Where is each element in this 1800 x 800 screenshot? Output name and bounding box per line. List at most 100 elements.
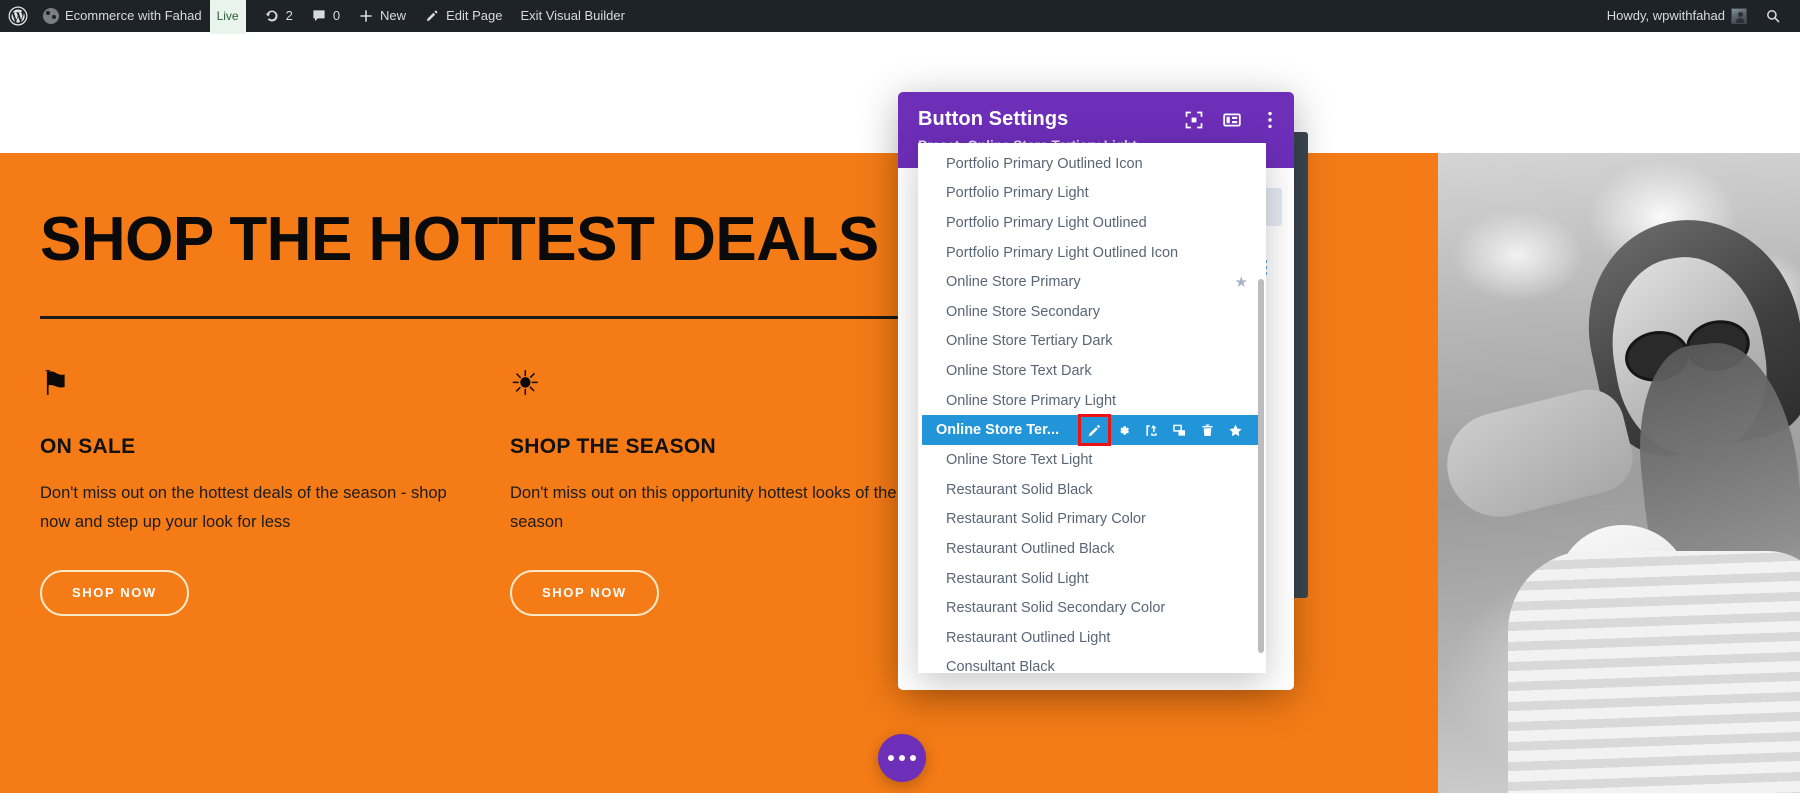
duplicate-preset[interactable] xyxy=(1167,418,1192,442)
ellipsis-icon xyxy=(888,755,894,761)
pencil-icon xyxy=(426,10,438,22)
my-account-menu[interactable]: Howdy, wpwithfahad xyxy=(1598,0,1756,32)
edit-page-menu[interactable]: Edit Page xyxy=(415,0,511,32)
preset-option-label: Portfolio Primary Light Outlined Icon xyxy=(946,244,1179,261)
admin-bar-left: Ecommerce with Fahad Live 2 0 New Edit P… xyxy=(0,0,634,34)
live-badge: Live xyxy=(209,0,246,34)
preset-option[interactable]: Online Store Primary ★ xyxy=(918,267,1266,297)
preset-option-label: Online Store Tertiary Dark xyxy=(946,333,1113,350)
updates-menu[interactable]: 2 xyxy=(255,0,302,32)
preset-option[interactable]: Portfolio Primary Outlined Icon xyxy=(918,149,1266,179)
section-gap xyxy=(0,793,1800,800)
dashboard-icon xyxy=(43,8,59,24)
modal-header-actions xyxy=(1184,110,1280,130)
plus-icon xyxy=(360,10,372,22)
preset-option[interactable]: Restaurant Outlined Light xyxy=(918,623,1266,653)
preset-option-label: Online Store Primary xyxy=(946,274,1081,291)
preset-row-actions xyxy=(1078,414,1248,447)
page-settings-fab[interactable] xyxy=(878,734,926,782)
comments-count: 0 xyxy=(332,8,341,23)
bookmark-icon: ⚑ xyxy=(40,363,71,404)
preset-option[interactable]: Restaurant Solid Light xyxy=(918,564,1266,594)
set-default-preset[interactable] xyxy=(1223,418,1248,442)
preset-option[interactable]: Online Store Tertiary Dark xyxy=(918,327,1266,357)
focus-frame-icon[interactable] xyxy=(1184,110,1204,130)
blurb-text: Don't miss out on the hottest deals of t… xyxy=(40,483,447,532)
comments-menu[interactable]: 0 xyxy=(302,0,349,32)
howdy-label: Howdy, wpwithfahad xyxy=(1606,8,1725,23)
sun-icon: ☀ xyxy=(510,363,541,404)
new-content-menu[interactable]: New xyxy=(349,0,415,32)
preset-option[interactable]: Consultant Black xyxy=(918,653,1266,673)
ellipsis-icon xyxy=(910,755,916,761)
shop-now-button[interactable]: SHOP NOW xyxy=(510,569,659,616)
edit-page-label: Edit Page xyxy=(446,8,503,23)
hero-image-column xyxy=(1438,153,1800,793)
dropdown-scrollbar-track[interactable] xyxy=(1258,143,1265,673)
preset-option-label: Portfolio Primary Light xyxy=(946,185,1089,202)
wordpress-logo-icon xyxy=(8,6,28,26)
preset-option-label: Online Store Secondary xyxy=(946,303,1100,320)
preset-settings[interactable] xyxy=(1111,418,1136,442)
duplicate-icon xyxy=(1172,423,1187,438)
preset-option[interactable]: Online Store Secondary xyxy=(918,297,1266,327)
comment-bubble-icon xyxy=(313,10,325,22)
updates-icon xyxy=(265,10,278,22)
preset-option[interactable]: Restaurant Outlined Black xyxy=(918,534,1266,564)
exit-visual-builder[interactable]: Exit Visual Builder xyxy=(511,0,634,32)
preset-option[interactable]: Portfolio Primary Light Outlined xyxy=(918,208,1266,238)
preset-option-label: Restaurant Solid Black xyxy=(946,481,1093,498)
star-icon xyxy=(1228,423,1243,438)
blurb-heading: ON SALE xyxy=(40,434,136,458)
shop-now-button[interactable]: SHOP NOW xyxy=(40,569,189,616)
preset-option-label: Restaurant Solid Secondary Color xyxy=(946,600,1166,617)
dropdown-scrollbar-thumb[interactable] xyxy=(1258,279,1264,653)
modal-right-rail xyxy=(1294,132,1308,598)
site-name-menu[interactable]: Ecommerce with Fahad Live xyxy=(34,0,255,34)
preset-option[interactable]: Online Store Primary Light xyxy=(918,386,1266,416)
preset-option-label: Consultant Black xyxy=(946,659,1055,673)
ellipsis-icon xyxy=(899,755,905,761)
trash-icon xyxy=(1200,423,1215,438)
preset-option-label: Portfolio Primary Outlined Icon xyxy=(946,155,1143,172)
preset-option-label: Restaurant Outlined Black xyxy=(946,540,1115,557)
preset-option[interactable]: Restaurant Solid Primary Color xyxy=(918,505,1266,535)
delete-preset[interactable] xyxy=(1195,418,1220,442)
blurb-text: Don't miss out on this opportunity hotte… xyxy=(510,483,897,532)
layout-columns-icon[interactable] xyxy=(1222,110,1242,130)
kebab-menu-icon[interactable] xyxy=(1260,110,1280,130)
preset-option-label: Restaurant Outlined Light xyxy=(946,629,1111,646)
preset-option-label: Restaurant Solid Light xyxy=(946,570,1089,587)
preset-option-label: Portfolio Primary Light Outlined xyxy=(946,214,1147,231)
preset-option[interactable]: Online Store Text Dark xyxy=(918,356,1266,386)
search-icon xyxy=(1767,10,1780,23)
gear-icon xyxy=(1116,423,1131,438)
wp-logo-menu[interactable] xyxy=(0,0,34,32)
default-preset-star-icon[interactable]: ★ xyxy=(1235,273,1248,291)
admin-bar-right: Howdy, wpwithfahad xyxy=(1598,0,1800,32)
pencil-icon xyxy=(1087,423,1102,438)
admin-bar-search[interactable] xyxy=(1756,0,1790,32)
updates-count: 2 xyxy=(285,8,293,23)
preset-dropdown: Portfolio Primary Outlined Icon Portfolio… xyxy=(918,143,1266,673)
preset-option[interactable]: Portfolio Primary Light xyxy=(918,179,1266,209)
preset-option[interactable]: Portfolio Primary Light Outlined Icon xyxy=(918,238,1266,268)
rename-preset[interactable] xyxy=(1078,414,1111,447)
site-name-label: Ecommerce with Fahad xyxy=(65,8,202,23)
preset-option[interactable]: Online Store Text Light xyxy=(918,445,1266,475)
screen: Ecommerce with Fahad Live 2 0 New Edit P… xyxy=(0,0,1800,800)
new-label: New xyxy=(380,8,407,23)
preset-option-label: Restaurant Solid Primary Color xyxy=(946,511,1146,528)
preset-option-label: Online Store Ter... xyxy=(936,422,1060,439)
preset-option-label: Online Store Text Dark xyxy=(946,362,1092,379)
preset-option-selected[interactable]: Online Store Ter... xyxy=(922,414,1262,447)
preset-option[interactable]: Restaurant Solid Black xyxy=(918,475,1266,505)
avatar xyxy=(1731,8,1747,24)
blurb-heading: SHOP THE SEASON xyxy=(510,434,716,458)
export-preset[interactable] xyxy=(1139,418,1164,442)
preset-option[interactable]: Restaurant Solid Secondary Color xyxy=(918,593,1266,623)
upload-icon xyxy=(1144,423,1159,438)
preset-dropdown-list[interactable]: Portfolio Primary Outlined Icon Portfolio… xyxy=(918,143,1266,673)
blurb-on-sale: ⚑ ON SALE Don't miss out on the hottest … xyxy=(40,367,510,616)
exit-visual-builder-label: Exit Visual Builder xyxy=(520,8,625,23)
